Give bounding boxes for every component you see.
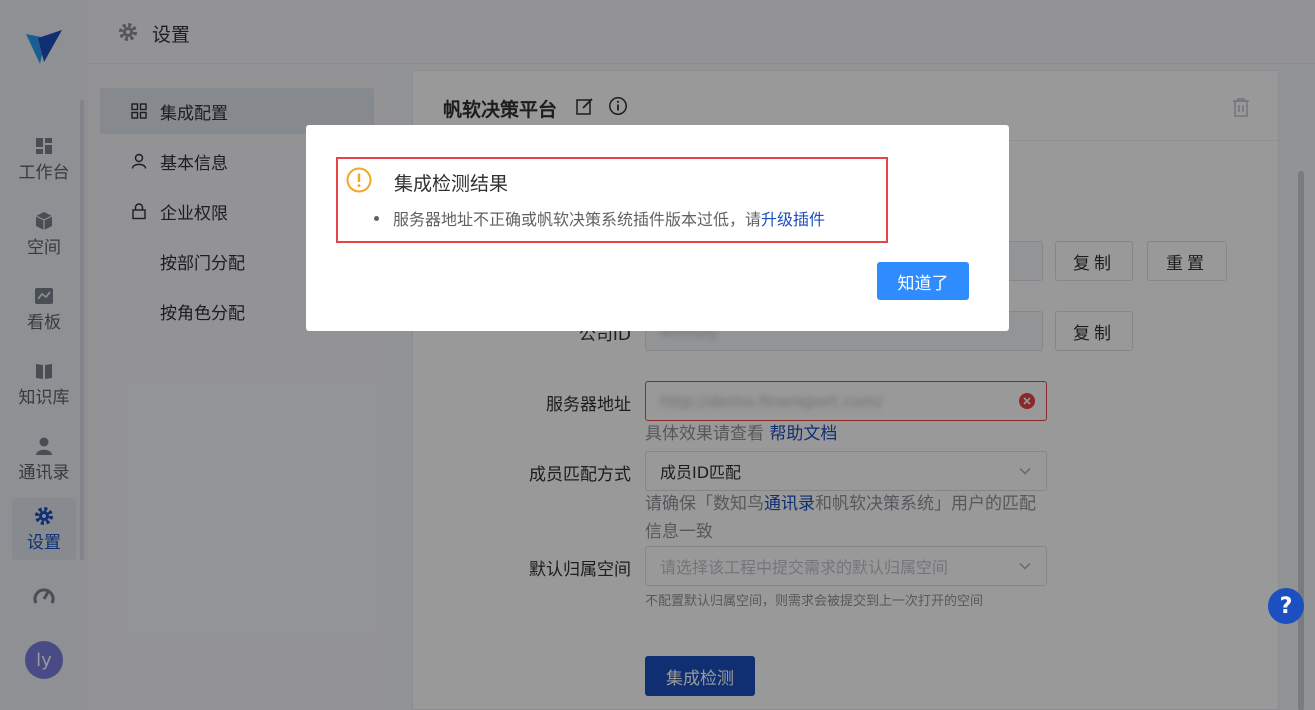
modal-overlay[interactable]: [0, 0, 1315, 710]
bullet: [374, 215, 379, 221]
dialog-title: 集成检测结果: [394, 173, 509, 195]
upgrade-plugin-link[interactable]: 升级插件: [761, 206, 825, 230]
help-button[interactable]: ?: [1268, 588, 1304, 624]
dialog-message-text: 服务器地址不正确或帆软决策系统插件版本过低，请: [393, 210, 762, 229]
ok-button[interactable]: 知道了: [877, 262, 969, 300]
check-result-dialog: 集成检测结果 服务器地址不正确或帆软决策系统插件版本过低，请 升级插件 知道了: [306, 125, 1009, 331]
warning-icon: [346, 167, 372, 193]
dialog-message: 服务器地址不正确或帆软决策系统插件版本过低，请 升级插件: [374, 206, 825, 230]
